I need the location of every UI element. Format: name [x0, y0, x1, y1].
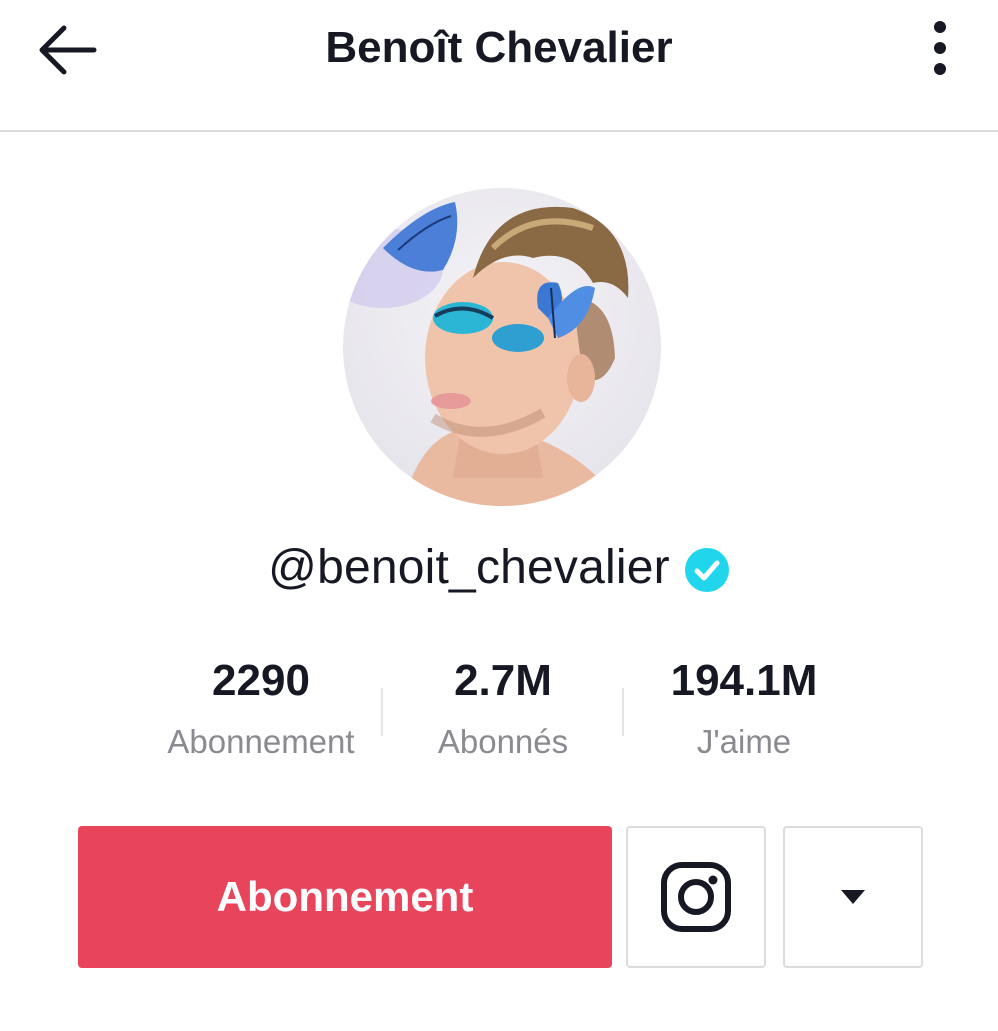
stat-likes-label: J'aime	[696, 723, 792, 760]
caret-down-icon	[841, 890, 865, 904]
stat-following-label: Abonnement	[167, 723, 355, 760]
stat-followers[interactable]: 2.7M Abonnés	[383, 650, 623, 766]
stat-following-value: 2290	[212, 656, 310, 705]
stat-followers-label: Abonnés	[437, 723, 569, 760]
suggested-accounts-dropdown-button[interactable]	[783, 826, 923, 968]
page-title: Benoît Chevalier	[325, 23, 673, 72]
stat-likes-value: 194.1M	[670, 656, 818, 705]
profile-avatar[interactable]	[343, 188, 661, 506]
vertical-dots-icon	[934, 21, 946, 33]
instagram-button[interactable]	[626, 826, 766, 968]
username-row: @benoit_chevalier	[0, 532, 998, 602]
avatar-image	[343, 188, 661, 506]
more-options-button[interactable]	[910, 12, 970, 84]
instagram-icon	[661, 862, 731, 932]
verified-check-icon	[684, 548, 729, 592]
profile-page: Benoît Chevalier @benoit_chevalier 2290 …	[0, 0, 998, 1031]
follow-button-label: Abonnement	[216, 873, 474, 920]
follow-button[interactable]: Abonnement	[78, 826, 612, 968]
stat-following[interactable]: 2290 Abonnement	[141, 650, 381, 766]
vertical-dots-icon-dot	[934, 63, 946, 75]
stat-likes[interactable]: 194.1M J'aime	[624, 650, 864, 766]
username: @benoit_chevalier	[268, 540, 670, 594]
top-bar: Benoît Chevalier	[0, 0, 998, 132]
stat-followers-value: 2.7M	[454, 656, 552, 705]
vertical-dots-icon-dot	[934, 42, 946, 54]
